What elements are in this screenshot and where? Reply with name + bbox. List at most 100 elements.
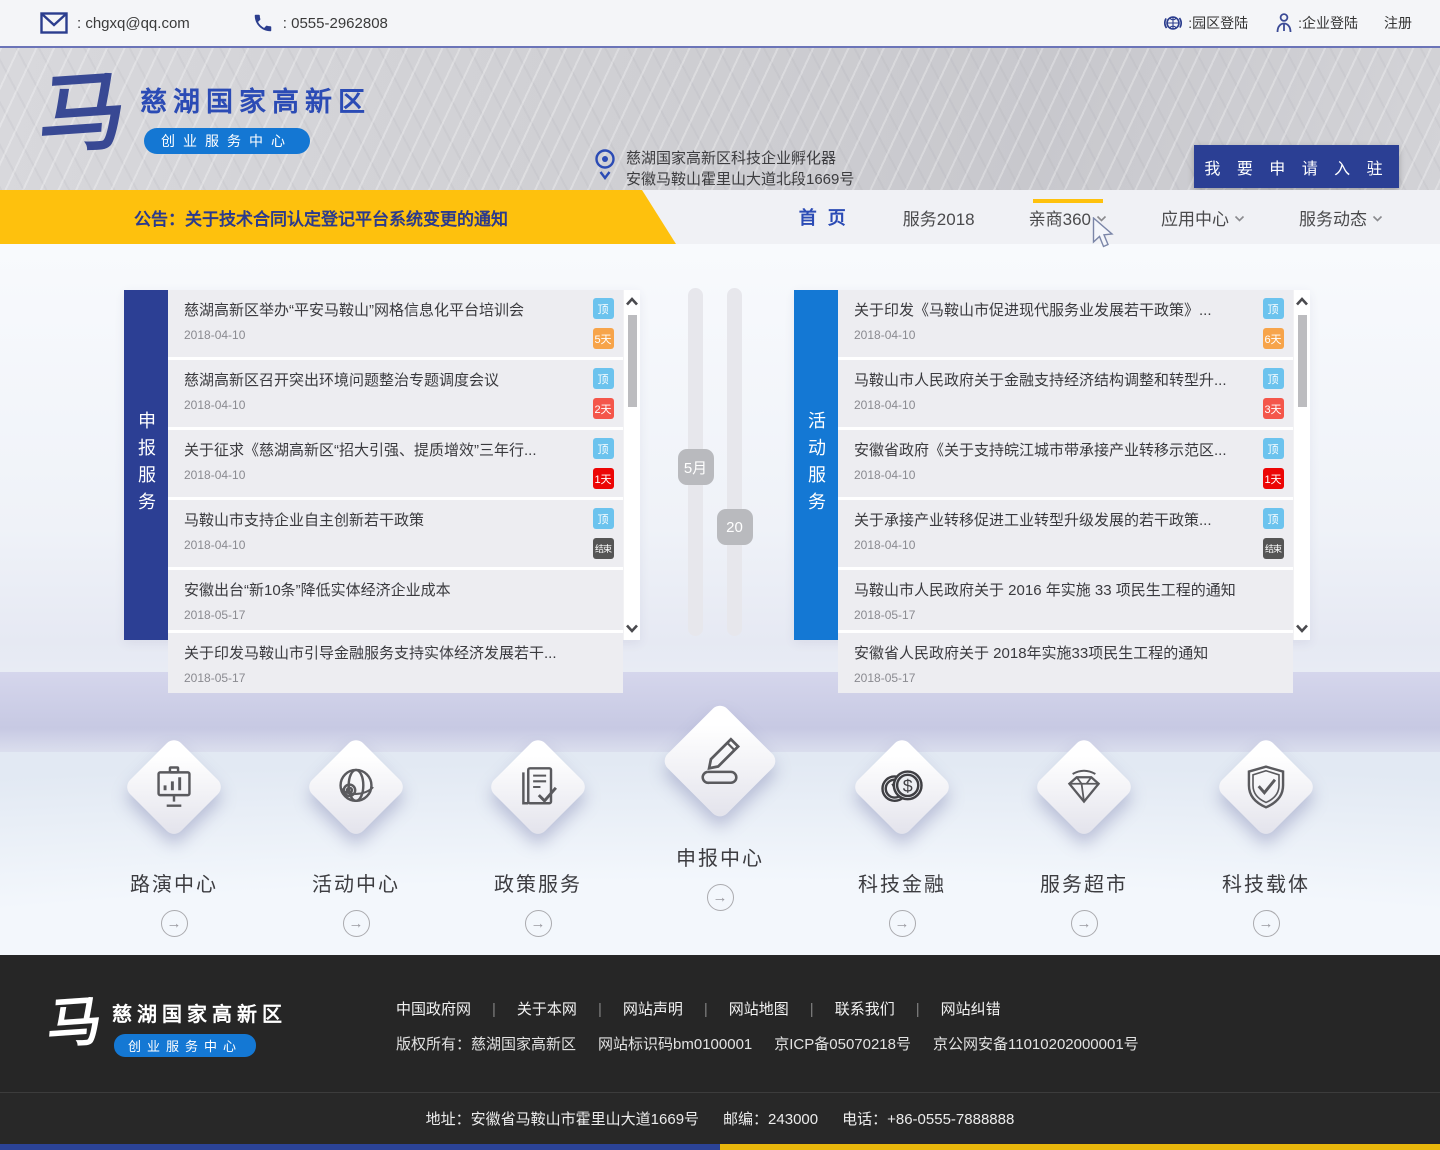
- footer-link-3[interactable]: 网站地图: [729, 998, 835, 1019]
- service-policy-service[interactable]: 政策服务 →: [456, 732, 620, 937]
- scrollbar[interactable]: [623, 290, 640, 640]
- diamond-tile[interactable]: $: [851, 736, 953, 838]
- nav-item-1[interactable]: 服务2018: [876, 190, 1002, 244]
- park-login-link[interactable]: :园区登陆: [1162, 12, 1248, 34]
- footer-link-2[interactable]: 网站声明: [623, 998, 729, 1019]
- footer: 马 慈湖国家高新区 创业服务中心 中国政府网关于本网网站声明网站地图联系我们网站…: [0, 955, 1440, 1092]
- service-tech-finance[interactable]: $ 科技金融 →: [820, 732, 984, 937]
- news-date: 2018-04-10: [854, 468, 1253, 482]
- park-login-label: :园区登陆: [1188, 13, 1248, 33]
- panel-title-bar: 活动服务: [794, 290, 838, 640]
- news-title: 马鞍山市人民政府关于 2016 年实施 33 项民生工程的通知: [854, 581, 1253, 601]
- nav-item-label: 亲商360: [1029, 205, 1091, 230]
- news-item[interactable]: 慈湖高新区举办“平安马鞍山”网格信息化平台培训会2018-04-10顶5天: [168, 290, 623, 357]
- globe-icon: [330, 761, 382, 813]
- arrow-right-icon[interactable]: →: [1071, 910, 1098, 937]
- news-item[interactable]: 慈湖高新区召开突出环境问题整治专题调度会议2018-04-10顶2天: [168, 360, 623, 427]
- diamond-tile[interactable]: [305, 736, 407, 838]
- nav-item-4[interactable]: 服务动态: [1272, 190, 1410, 244]
- news-item[interactable]: 安徽省政府《关于支持皖江城市带承接产业转移示范区...2018-04-10顶1天: [838, 430, 1293, 497]
- svg-text:$: $: [903, 776, 913, 796]
- arrow-right-icon[interactable]: →: [1253, 910, 1280, 937]
- top-badge: 顶: [593, 508, 614, 529]
- scrollbar[interactable]: [1293, 290, 1310, 640]
- news-item[interactable]: 关于征求《慈湖高新区“招大引强、提质增效”三年行...2018-04-10顶1天: [168, 430, 623, 497]
- month-slider-handle[interactable]: 5月: [678, 449, 714, 485]
- logo-text: 慈湖国家高新区 创业服务中心: [140, 80, 371, 154]
- news-item[interactable]: 马鞍山市人民政府关于 2016 年实施 33 项民生工程的通知2018-05-1…: [838, 570, 1293, 630]
- footer-copyright: 版权所有：慈湖国家高新区网站标识码bm0100001京ICP备05070218号…: [396, 1033, 1161, 1054]
- arrow-right-icon[interactable]: →: [707, 884, 734, 911]
- countdown-badge: 结束: [593, 538, 614, 559]
- footer-link-0[interactable]: 中国政府网: [396, 998, 517, 1019]
- footer-site-subtitle-pill: 创业服务中心: [114, 1034, 256, 1057]
- scroll-up-icon[interactable]: [1295, 297, 1309, 306]
- countdown-badge: 1天: [593, 468, 614, 489]
- address-segment-2: 电话：+86-0555-7888888: [842, 1108, 1014, 1129]
- service-declare-center[interactable]: 申报中心 →: [638, 732, 802, 937]
- arrow-right-icon[interactable]: →: [525, 910, 552, 937]
- scroll-thumb[interactable]: [1298, 315, 1307, 407]
- top-badge: 顶: [593, 368, 614, 389]
- top-badge: 顶: [593, 438, 614, 459]
- diamond-tile[interactable]: [1033, 736, 1135, 838]
- arrow-right-icon[interactable]: →: [343, 910, 370, 937]
- site-logo[interactable]: 马 慈湖国家高新区 创业服务中心: [40, 62, 371, 166]
- footer-link-1[interactable]: 关于本网: [517, 998, 623, 1019]
- service-activity-center[interactable]: 活动中心 →: [274, 732, 438, 937]
- nav-item-3[interactable]: 应用中心: [1134, 190, 1272, 244]
- register-link[interactable]: 注册: [1384, 13, 1412, 33]
- apply-entry-button[interactable]: 我 要 申 请 入 驻: [1194, 145, 1399, 188]
- news-title: 关于承接产业转移促进工业转型升级发展的若干政策...: [854, 511, 1253, 531]
- day-slider-handle[interactable]: 20: [717, 509, 753, 545]
- diamond-tile[interactable]: [1215, 736, 1317, 838]
- diamond-tile[interactable]: [487, 736, 589, 838]
- service-service-market[interactable]: 服务超市 →: [1002, 732, 1166, 937]
- news-item[interactable]: 安徽省人民政府关于 2018年实施33项民生工程的通知2018-05-17: [838, 633, 1293, 693]
- arrow-right-icon[interactable]: →: [161, 910, 188, 937]
- scroll-up-icon[interactable]: [625, 297, 639, 306]
- nav-item-0[interactable]: 首 页: [772, 190, 876, 244]
- news-title: 关于印发《马鞍山市促进现代服务业发展若干政策》...: [854, 301, 1253, 321]
- top-badge: 顶: [1263, 508, 1284, 529]
- badge-column: [1261, 641, 1285, 685]
- service-tech-carrier[interactable]: 科技载体 →: [1184, 732, 1348, 937]
- news-item[interactable]: 关于承接产业转移促进工业转型升级发展的若干政策...2018-04-10顶结束: [838, 500, 1293, 567]
- service-label: 政策服务: [494, 868, 582, 897]
- footer-logo: 马 慈湖国家高新区 创业服务中心: [48, 990, 396, 1057]
- announcement-banner[interactable]: 公告：关于技术合同认定登记平台系统变更的通知: [0, 190, 676, 244]
- phone-icon: [252, 12, 274, 34]
- month-slider[interactable]: 5月: [688, 288, 703, 636]
- copyright-segment-0: 版权所有：慈湖国家高新区: [396, 1036, 576, 1053]
- diamond-tile[interactable]: [123, 736, 225, 838]
- news-date: 2018-04-10: [184, 398, 583, 412]
- news-item[interactable]: 安徽出台“新10条”降低实体经济企业成本2018-05-17: [168, 570, 623, 630]
- footer-link-5[interactable]: 网站纠错: [941, 998, 1001, 1019]
- diamond-tile[interactable]: [661, 702, 780, 821]
- countdown-badge: 1天: [1263, 468, 1284, 489]
- header: 马 慈湖国家高新区 创业服务中心 慈湖国家高新区科技企业孵化器 安徽马鞍山霍里山…: [0, 48, 1440, 190]
- countdown-badge: 结束: [1263, 538, 1284, 559]
- news-item[interactable]: 马鞍山市支持企业自主创新若干政策2018-04-10顶结束: [168, 500, 623, 567]
- enterprise-login-link[interactable]: :企业登陆: [1274, 12, 1358, 34]
- news-date: 2018-04-10: [184, 538, 583, 552]
- scroll-thumb[interactable]: [628, 315, 637, 407]
- globe-login-icon: [1162, 12, 1184, 34]
- scroll-down-icon[interactable]: [625, 624, 639, 633]
- arrow-right-icon[interactable]: →: [889, 910, 916, 937]
- scroll-down-icon[interactable]: [1295, 624, 1309, 633]
- presentation-chart-icon: [148, 761, 200, 813]
- news-item[interactable]: 马鞍山市人民政府关于金融支持经济结构调整和转型升...2018-04-10顶3天: [838, 360, 1293, 427]
- news-item[interactable]: 关于印发马鞍山市引导金融服务支持实体经济发展若干...2018-05-17: [168, 633, 623, 693]
- service-label: 申报中心: [676, 842, 764, 871]
- contact-email: : chgxq@qq.com: [40, 12, 190, 34]
- envelope-icon: [40, 12, 68, 34]
- service-roadshow-center[interactable]: 路演中心 →: [92, 732, 256, 937]
- main-content: 申报服务 慈湖高新区举办“平安马鞍山”网格信息化平台培训会2018-04-10顶…: [0, 244, 1440, 955]
- footer-link-4[interactable]: 联系我们: [835, 998, 941, 1019]
- copyright-segment-3: 京公网安备11010202000001号: [933, 1036, 1139, 1053]
- news-date: 2018-04-10: [184, 468, 583, 482]
- news-item[interactable]: 关于印发《马鞍山市促进现代服务业发展若干政策》...2018-04-10顶6天: [838, 290, 1293, 357]
- day-slider[interactable]: 20: [727, 288, 742, 636]
- topbar: : chgxq@qq.com : 0555-2962808 :园区登陆 :企业登…: [0, 0, 1440, 48]
